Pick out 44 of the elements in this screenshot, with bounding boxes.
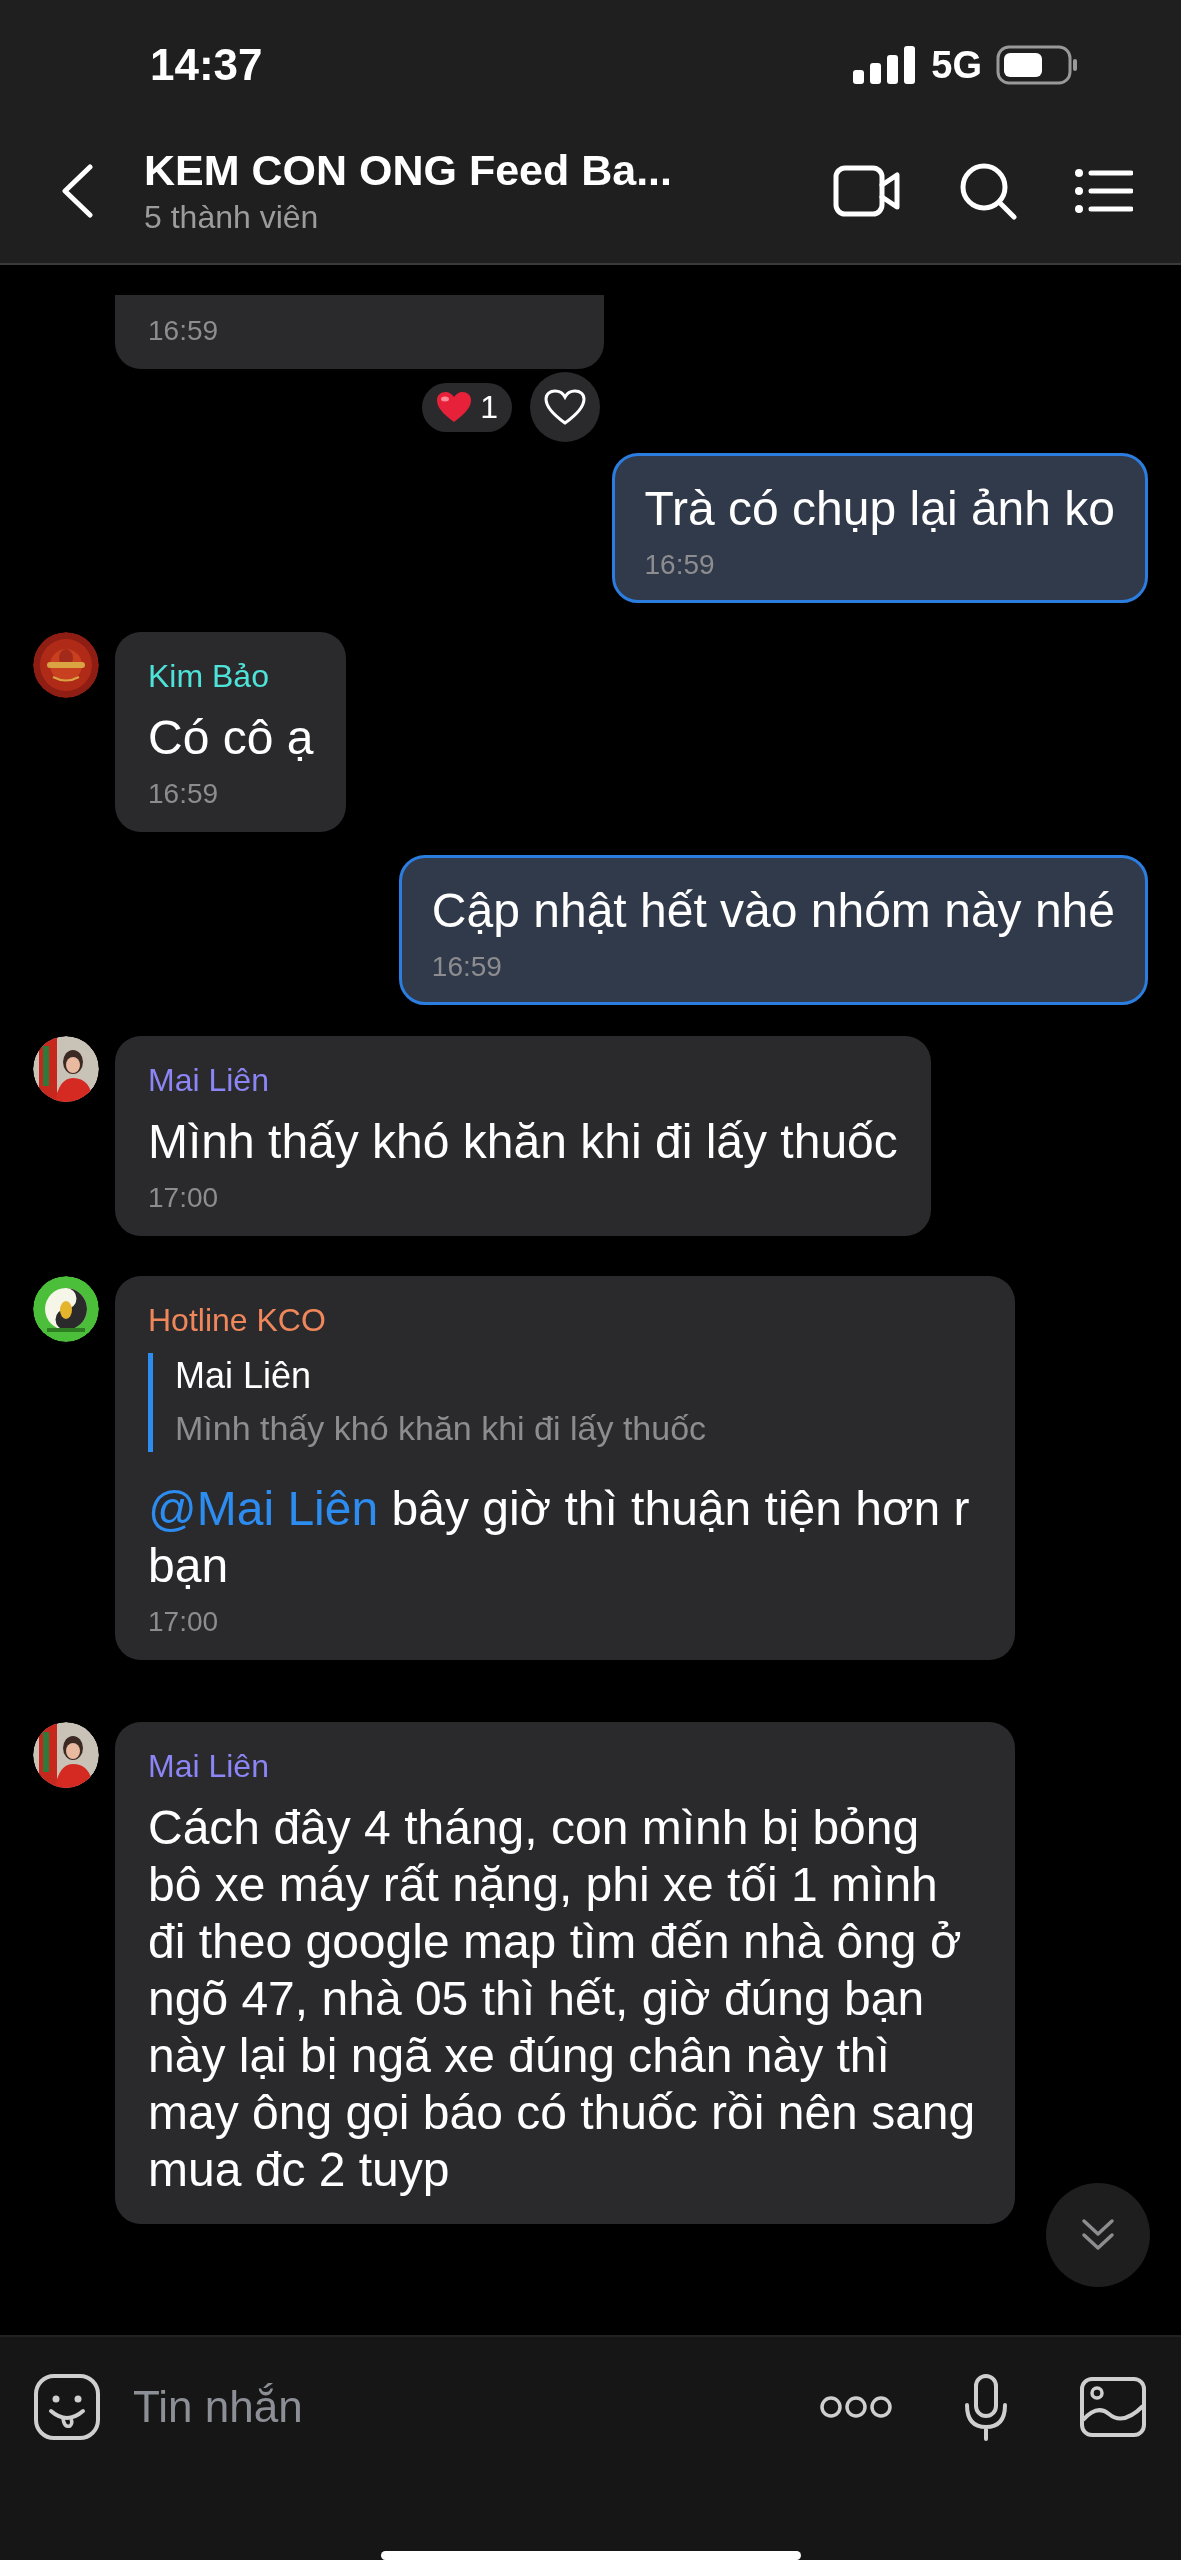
- mention-link[interactable]: @Mai Liên: [148, 1482, 379, 1535]
- message-text: @Mai Liên bây giờ thì thuận tiện hơn r bạn: [148, 1481, 971, 1594]
- quoted-text: Mình thấy khó khăn khi đi lấy thuốc: [175, 1409, 708, 1448]
- chat-title: KEM CON ONG Feed Ba...: [144, 145, 673, 195]
- signal-icon: [853, 46, 916, 84]
- clock-time: 14:37: [150, 40, 264, 90]
- sender-name: Mai Liên: [148, 1062, 270, 1099]
- more-icon: [819, 2395, 893, 2419]
- quoted-sender: Mai Liên: [175, 1355, 313, 1397]
- sender-name: Hotline KCO: [148, 1302, 327, 1339]
- sender-name: Kim Bảo: [148, 658, 270, 695]
- microphone-icon: [963, 2373, 1009, 2441]
- sticker-button[interactable]: [33, 2373, 101, 2441]
- search-button[interactable]: [959, 161, 1017, 220]
- menu-button[interactable]: [1075, 168, 1133, 213]
- smiley-icon: [33, 2373, 101, 2441]
- message-input[interactable]: Tin nhắn: [131, 2381, 819, 2433]
- heart-outline-icon: [543, 388, 587, 426]
- quoted-message[interactable]: Mai Liên Mình thấy khó khăn khi đi lấy thuốc: [148, 1353, 982, 1452]
- message-time: 16:59: [644, 549, 716, 581]
- message-text: Cập nhật hết vào nhóm này nhé: [431, 883, 1115, 939]
- message-time: 17:00: [148, 1182, 220, 1214]
- message-text: Mình thấy khó khăn khi đi lấy thuốc: [148, 1114, 898, 1170]
- message-time: 16:59: [431, 951, 503, 983]
- message-time: 17:00: [148, 1606, 220, 1638]
- image-icon: [1079, 2376, 1147, 2438]
- menu-icon: [1075, 168, 1133, 213]
- message-text: Có cô ạ: [148, 710, 314, 766]
- message-text: Trà có chụp lại ảnh ko: [644, 481, 1115, 537]
- member-count: 5 thành viên: [144, 198, 320, 236]
- network-label: 5G: [931, 43, 982, 87]
- message-text: Cách đây 4 tháng, con mình bị bỏng bô xe máy rất nặng, phi xe tối 1 mình đi theo google map tìm đến nhà ông ở ngõ 47, nhà 05 thì hết, giờ đúng bạn này lại bị ngã xe đúng chân này thì may ông gọi báo có thuốc rồi nên sang mua đc 2 tuyp: [148, 1800, 977, 2198]
- back-icon: [60, 163, 94, 218]
- more-button[interactable]: [819, 2395, 893, 2419]
- image-button[interactable]: [1079, 2376, 1147, 2438]
- search-icon: [959, 161, 1017, 220]
- voice-button[interactable]: [963, 2373, 1009, 2441]
- message-time: 16:59: [148, 315, 220, 347]
- sender-name: Mai Liên: [148, 1748, 270, 1785]
- heart-icon: [436, 391, 473, 423]
- battery-icon: [996, 45, 1078, 85]
- back-button[interactable]: [60, 163, 94, 218]
- reaction-chip[interactable]: 1: [422, 382, 512, 432]
- message-time: 16:59: [148, 778, 220, 810]
